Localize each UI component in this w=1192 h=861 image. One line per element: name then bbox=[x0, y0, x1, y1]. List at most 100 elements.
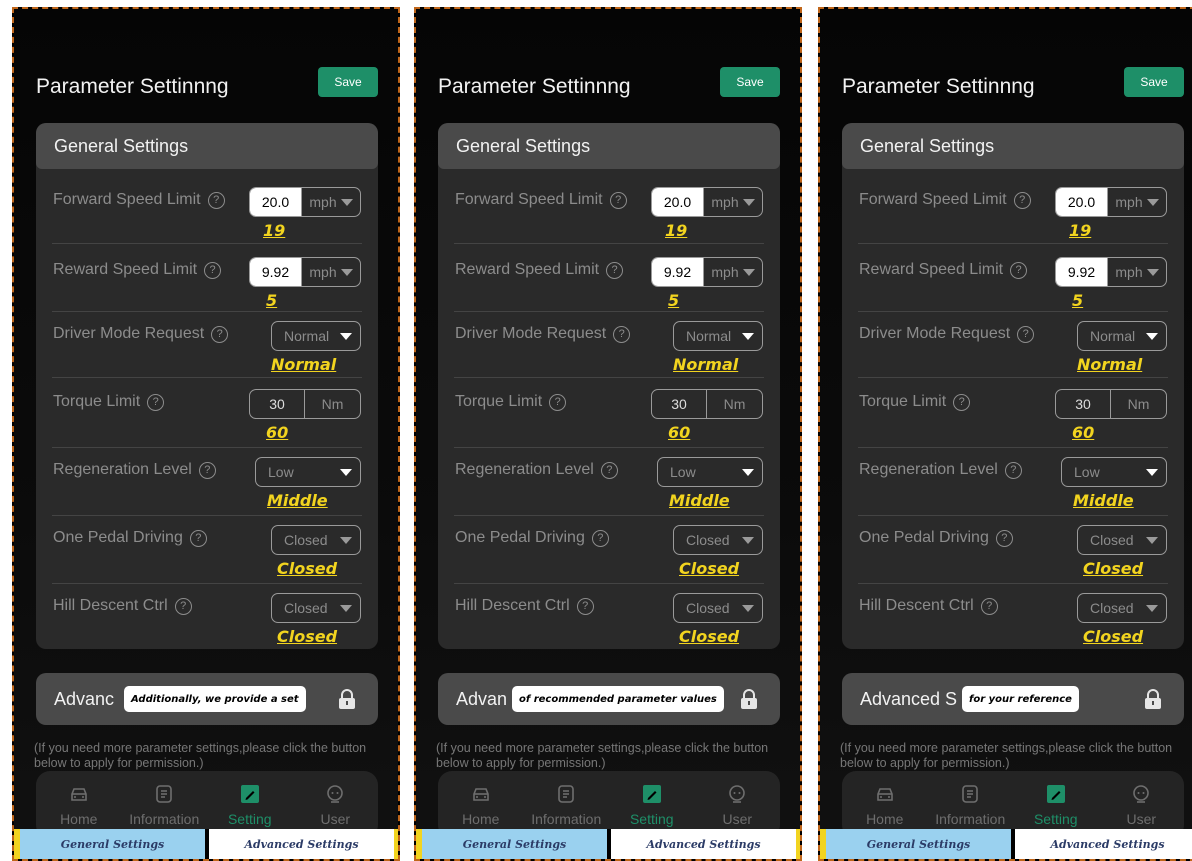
setting-dropdown[interactable]: Closed bbox=[271, 593, 361, 623]
setting-input[interactable]: 30 Nm bbox=[1055, 389, 1167, 419]
tab-label: User bbox=[320, 811, 351, 827]
setting-dropdown[interactable]: Closed bbox=[1077, 525, 1167, 555]
unit-selector[interactable]: mph bbox=[1107, 258, 1166, 286]
lock-icon[interactable] bbox=[1142, 688, 1164, 710]
annotation-label: Closed bbox=[277, 627, 338, 646]
unit-label: Nm bbox=[723, 396, 746, 412]
setting-input[interactable]: 9.92 mph bbox=[651, 257, 763, 287]
help-icon[interactable]: ? bbox=[189, 529, 207, 547]
setting-label: Forward Speed Limit? bbox=[859, 191, 1031, 209]
setting-input[interactable]: 20.0 mph bbox=[249, 187, 361, 217]
lock-icon[interactable] bbox=[336, 688, 358, 710]
row-divider bbox=[858, 515, 1168, 516]
unit-selector[interactable]: mph bbox=[301, 258, 360, 286]
value-field[interactable]: 9.92 bbox=[1056, 258, 1107, 286]
setting-dropdown[interactable]: Normal bbox=[673, 321, 763, 351]
setting-dropdown[interactable]: Normal bbox=[1077, 321, 1167, 351]
setting-dropdown[interactable]: Closed bbox=[271, 525, 361, 555]
help-icon[interactable]: ? bbox=[211, 325, 229, 343]
setting-label-text: Hill Descent Ctrl bbox=[455, 597, 570, 614]
help-icon[interactable]: ? bbox=[953, 393, 971, 411]
advanced-settings-tab[interactable]: Advanced Settings bbox=[209, 829, 398, 859]
value-field[interactable]: 20.0 bbox=[652, 188, 703, 216]
setting-dropdown[interactable]: Closed bbox=[673, 525, 763, 555]
tab-label: Setting bbox=[629, 811, 674, 827]
general-settings-tab[interactable]: General Settings bbox=[14, 829, 209, 859]
dropdown-value: Closed bbox=[284, 600, 328, 616]
value-field[interactable]: 9.92 bbox=[250, 258, 301, 286]
help-icon[interactable]: ? bbox=[1010, 261, 1028, 279]
setting-dropdown[interactable]: Low bbox=[255, 457, 361, 487]
setting-input[interactable]: 20.0 mph bbox=[1055, 187, 1167, 217]
help-icon[interactable]: ? bbox=[1017, 325, 1035, 343]
lock-icon[interactable] bbox=[738, 688, 760, 710]
dropdown-value: Low bbox=[670, 464, 696, 480]
annotation-label: Middle bbox=[669, 491, 730, 510]
setting-input[interactable]: 30 Nm bbox=[249, 389, 361, 419]
setting-dropdown[interactable]: Closed bbox=[673, 593, 763, 623]
value-field[interactable]: 30 bbox=[652, 390, 706, 418]
help-icon[interactable]: ? bbox=[980, 597, 998, 615]
row-divider bbox=[52, 377, 362, 378]
setting-dropdown[interactable]: Low bbox=[657, 457, 763, 487]
unit-label: mph bbox=[711, 194, 739, 210]
document-icon-glyph bbox=[962, 785, 979, 803]
help-icon[interactable]: ? bbox=[613, 325, 631, 343]
help-icon[interactable]: ? bbox=[600, 461, 618, 479]
setting-input[interactable]: 9.92 mph bbox=[249, 257, 361, 287]
help-icon[interactable]: ? bbox=[204, 261, 222, 279]
unit-selector[interactable]: Nm bbox=[706, 390, 762, 418]
chevron-down-icon bbox=[1146, 536, 1158, 544]
unit-selector[interactable]: mph bbox=[703, 188, 762, 216]
help-icon[interactable]: ? bbox=[198, 461, 216, 479]
setting-input[interactable]: 20.0 mph bbox=[651, 187, 763, 217]
help-icon[interactable]: ? bbox=[207, 191, 225, 209]
advanced-settings-header[interactable]: Advan of recommended parameter values bbox=[438, 673, 780, 725]
unit-selector[interactable]: Nm bbox=[1110, 390, 1166, 418]
value-field[interactable]: 9.92 bbox=[652, 258, 703, 286]
setting-input[interactable]: 9.92 mph bbox=[1055, 257, 1167, 287]
help-icon[interactable]: ? bbox=[147, 393, 165, 411]
help-icon[interactable]: ? bbox=[606, 261, 624, 279]
setting-dropdown[interactable]: Normal bbox=[271, 321, 361, 351]
setting-dropdown[interactable]: Low bbox=[1061, 457, 1167, 487]
value-field[interactable]: 30 bbox=[1056, 390, 1110, 418]
help-icon[interactable]: ? bbox=[591, 529, 609, 547]
value-field[interactable]: 30 bbox=[250, 390, 304, 418]
settings-switcher: General Settings Advanced Settings bbox=[14, 829, 398, 859]
setting-label-text: Regeneration Level bbox=[859, 461, 998, 478]
help-icon[interactable]: ? bbox=[995, 529, 1013, 547]
unit-selector[interactable]: mph bbox=[1107, 188, 1166, 216]
advanced-settings-header[interactable]: Advanc Additionally, we provide a set bbox=[36, 673, 378, 725]
unit-selector[interactable]: Nm bbox=[304, 390, 360, 418]
advanced-settings-tab[interactable]: Advanced Settings bbox=[611, 829, 800, 859]
dropdown-value: Normal bbox=[1090, 328, 1136, 344]
advanced-settings-header[interactable]: Advanced S for your reference bbox=[842, 673, 1184, 725]
save-button[interactable]: Save bbox=[318, 67, 378, 97]
row-divider bbox=[454, 243, 764, 244]
help-icon[interactable]: ? bbox=[1004, 461, 1022, 479]
help-icon[interactable]: ? bbox=[174, 597, 192, 615]
user-icon bbox=[1130, 783, 1152, 805]
tab-label: Home bbox=[462, 811, 500, 827]
help-icon[interactable]: ? bbox=[609, 191, 627, 209]
help-icon[interactable]: ? bbox=[549, 393, 567, 411]
setting-dropdown[interactable]: Closed bbox=[1077, 593, 1167, 623]
row-divider bbox=[454, 447, 764, 448]
unit-selector[interactable]: mph bbox=[703, 258, 762, 286]
general-settings-tab[interactable]: General Settings bbox=[820, 829, 1015, 859]
unit-selector[interactable]: mph bbox=[301, 188, 360, 216]
save-button[interactable]: Save bbox=[720, 67, 780, 97]
setting-label-text: Forward Speed Limit bbox=[859, 191, 1007, 208]
value-field[interactable]: 20.0 bbox=[250, 188, 301, 216]
setting-input[interactable]: 30 Nm bbox=[651, 389, 763, 419]
row-divider bbox=[858, 377, 1168, 378]
help-icon[interactable]: ? bbox=[576, 597, 594, 615]
general-settings-tab[interactable]: General Settings bbox=[416, 829, 611, 859]
help-icon[interactable]: ? bbox=[1013, 191, 1031, 209]
value-field[interactable]: 20.0 bbox=[1056, 188, 1107, 216]
chevron-down-icon bbox=[1146, 604, 1158, 612]
save-button[interactable]: Save bbox=[1124, 67, 1184, 97]
setting-label-text: Torque Limit bbox=[53, 393, 141, 410]
advanced-settings-tab[interactable]: Advanced Settings bbox=[1015, 829, 1192, 859]
